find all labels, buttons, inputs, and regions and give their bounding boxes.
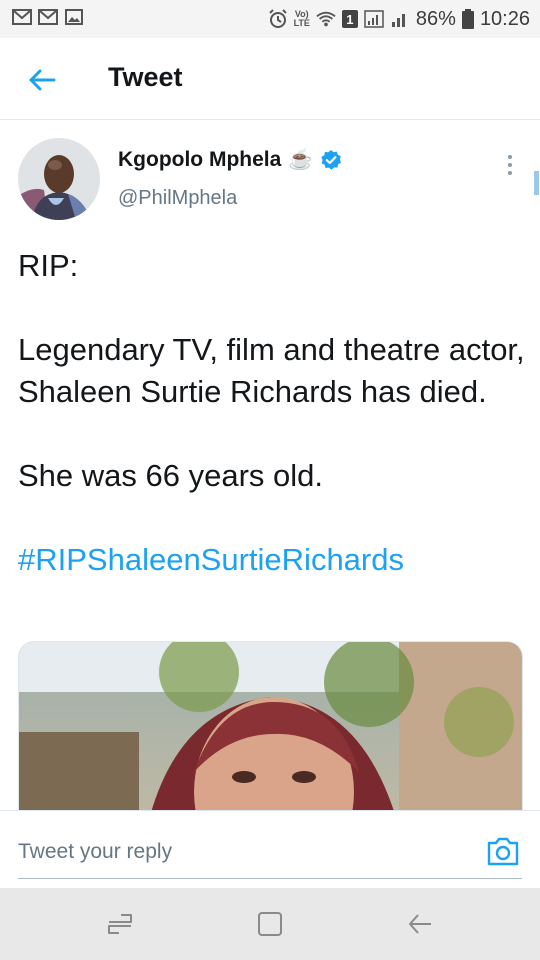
signal-icon <box>390 10 410 28</box>
verified-badge-icon <box>321 149 342 170</box>
avatar[interactable] <box>18 138 100 220</box>
author-handle[interactable]: @PhilMphela <box>118 187 237 210</box>
tweet-text-line: She was 66 years old. <box>18 458 324 493</box>
battery-percentage: 86% <box>415 7 456 30</box>
more-dot-icon <box>508 171 512 175</box>
tweet: Kgopolo Mphela ☕ @PhilMphela RIP: Legend… <box>0 121 540 811</box>
back-icon <box>409 914 431 934</box>
gmail-icon <box>12 8 32 26</box>
system-back-button[interactable] <box>402 906 438 942</box>
more-options-button[interactable] <box>496 151 524 179</box>
clock: 10:26 <box>479 7 530 30</box>
tweet-photo[interactable] <box>18 641 523 811</box>
tweet-text: RIP: Legendary TV, film and theatre acto… <box>18 245 528 581</box>
more-dot-icon <box>508 163 512 167</box>
tweet-text-line: RIP: <box>18 248 79 283</box>
display-name[interactable]: Kgopolo Mphela <box>118 148 281 172</box>
system-nav-bar <box>0 888 540 960</box>
camera-button[interactable] <box>486 835 520 867</box>
hashtag-link[interactable]: #RIPShaleenSurtieRichards <box>18 542 404 577</box>
arrow-left-icon <box>29 69 56 91</box>
sim-icon: 1 <box>341 10 358 28</box>
battery-icon <box>461 9 474 29</box>
volte-icon: Vo) LTE <box>293 9 310 28</box>
camera-icon <box>487 837 519 866</box>
wifi-icon <box>316 10 336 28</box>
app-header: Tweet <box>0 38 540 120</box>
coffee-icon: ☕ <box>288 149 314 171</box>
gmail-icon <box>38 8 58 26</box>
scrollbar[interactable] <box>534 171 539 195</box>
reply-bar <box>0 810 540 888</box>
status-bar: Vo) LTE 1 86% 10:26 <box>0 0 540 38</box>
recent-apps-icon <box>108 914 132 934</box>
recent-apps-button[interactable] <box>102 906 138 942</box>
sim-badge: 1 <box>346 11 354 27</box>
signal-icon <box>364 10 384 28</box>
more-dot-icon <box>508 155 512 159</box>
page-title: Tweet <box>108 62 183 92</box>
system-icons: Vo) LTE 1 86% 10:26 <box>268 0 530 38</box>
author-name-row[interactable]: Kgopolo Mphela ☕ <box>118 147 342 172</box>
tweet-text-line: Legendary TV, film and theatre actor, Sh… <box>18 332 525 409</box>
home-button[interactable] <box>252 906 288 942</box>
reply-input[interactable] <box>18 825 522 879</box>
alarm-icon <box>268 9 288 28</box>
image-icon <box>64 8 84 26</box>
back-button[interactable] <box>22 60 62 100</box>
home-icon <box>258 912 282 936</box>
notification-icons <box>12 8 84 26</box>
